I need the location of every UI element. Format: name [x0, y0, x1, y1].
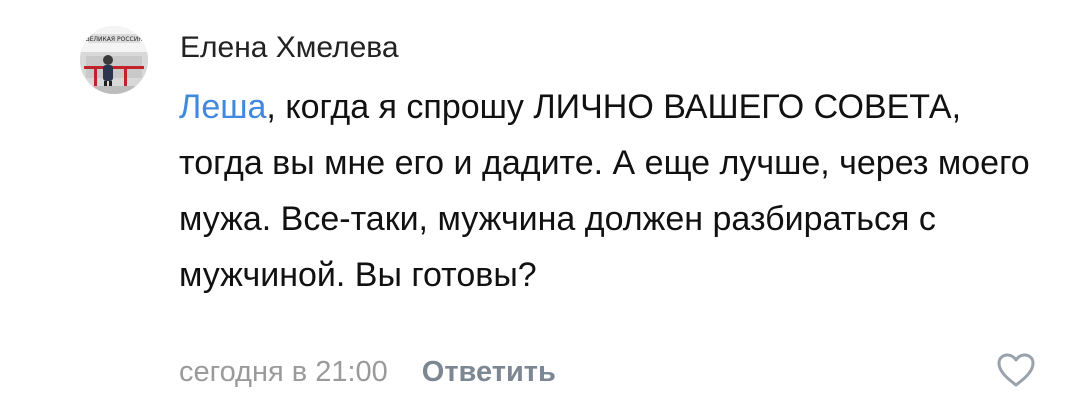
heart-outline-icon	[997, 353, 1035, 387]
comment: ВЕЛИКАЯ РОССИЯ Елена Хмелева Леша, когда…	[0, 0, 1080, 405]
comment-text: Леша, когда я спрошу ЛИЧНО ВАШЕГО СОВЕТА…	[179, 79, 1039, 303]
comment-timestamp: сегодня в 21:00	[179, 355, 388, 388]
comment-meta: сегодня в 21:00 Ответить	[179, 352, 556, 392]
author-avatar[interactable]: ВЕЛИКАЯ РОССИЯ	[80, 26, 148, 94]
author-name[interactable]: Елена Хмелева	[180, 28, 399, 68]
avatar-image: ВЕЛИКАЯ РОССИЯ	[80, 26, 148, 94]
like-button[interactable]	[996, 352, 1036, 388]
avatar-caption: ВЕЛИКАЯ РОССИЯ	[86, 36, 143, 43]
reply-button[interactable]: Ответить	[422, 356, 556, 389]
comment-body: , когда я спрошу ЛИЧНО ВАШЕГО СОВЕТА, то…	[179, 88, 1030, 294]
mention-link[interactable]: Леша	[179, 88, 266, 126]
